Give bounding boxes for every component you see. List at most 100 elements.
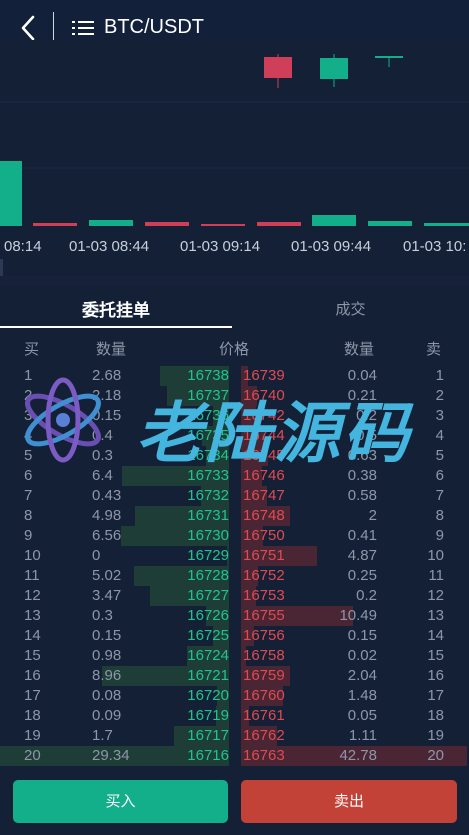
col-buy: 买 [24, 341, 40, 358]
volume-bar [33, 223, 77, 226]
orderbook-row[interactable]: 8 4.98 16731 16748 2 8 [0, 506, 469, 526]
ask-price: 16760 [243, 687, 285, 704]
ask-index: 17 [427, 687, 444, 704]
bid-price: 16729 [187, 547, 229, 564]
bid-price: 16732 [187, 487, 229, 504]
candle [320, 58, 348, 79]
ask-index: 9 [435, 527, 444, 544]
ask-price: 16748 [243, 507, 285, 524]
ask-price: 16747 [243, 487, 285, 504]
candle [375, 56, 403, 58]
bid-quantity: 6.56 [92, 527, 122, 544]
bid-price: 16726 [187, 607, 229, 624]
atom-icon [25, 377, 101, 463]
bid-price: 16717 [187, 727, 229, 744]
buy-button[interactable]: 买入 [13, 780, 228, 823]
orderbook-row[interactable]: 13 0.3 16726 16755 10.49 13 [0, 606, 469, 626]
bid-quantity: 5.02 [92, 567, 122, 584]
bid-quantity: 3.47 [92, 587, 122, 604]
bid-quantity: 29.34 [92, 747, 130, 764]
volume-bar [145, 222, 189, 226]
orderbook-row[interactable]: 10 0 16729 16751 4.87 10 [0, 546, 469, 566]
bid-price: 16728 [187, 567, 229, 584]
ask-quantity: 0.2 [356, 587, 377, 604]
ask-index: 16 [427, 667, 444, 684]
kline-chart[interactable]: 08:14 01-03 08:44 01-03 09:14 01-03 09:4… [0, 40, 469, 276]
ask-quantity: 0.41 [347, 527, 377, 544]
ask-index: 19 [427, 727, 444, 744]
orderbook-row[interactable]: 17 0.08 16720 16760 1.48 17 [0, 686, 469, 706]
bid-index: 16 [24, 667, 41, 684]
bid-index: 9 [24, 527, 33, 544]
orderbook-row[interactable]: 15 0.98 16724 16758 0.02 15 [0, 646, 469, 666]
orderbook-row[interactable]: 16 8.96 16721 16759 2.04 16 [0, 666, 469, 686]
ask-quantity: 1.11 [348, 727, 377, 744]
orderbook-row[interactable]: 7 0.43 16732 16747 0.58 7 [0, 486, 469, 506]
bid-index: 17 [24, 687, 41, 704]
bid-index: 19 [24, 727, 41, 744]
ask-quantity: 0.05 [347, 707, 377, 724]
bid-quantity: 8.96 [92, 667, 122, 684]
watermark-logo: 老陆源码 [18, 370, 458, 472]
watermark-text: 老陆源码 [136, 395, 412, 472]
ask-index: 14 [427, 627, 444, 644]
volume-bar [424, 223, 469, 226]
tab-trades[interactable]: 成交 [232, 298, 469, 319]
orderbook-row[interactable]: 14 0.15 16725 16756 0.15 14 [0, 626, 469, 646]
tab-pending-orders[interactable]: 委托挂单 [0, 296, 232, 321]
orderbook-row[interactable]: 11 5.02 16728 16752 0.25 11 [0, 566, 469, 586]
ask-quantity: 42.78 [339, 747, 377, 764]
ask-quantity: 0.02 [347, 647, 377, 664]
ask-index: 11 [428, 567, 444, 584]
bid-index: 10 [24, 547, 41, 564]
ask-price: 16755 [243, 607, 285, 624]
orderbook-row[interactable]: 19 1.7 16717 16762 1.11 19 [0, 726, 469, 746]
col-sell: 卖 [426, 341, 442, 358]
bid-index: 18 [24, 707, 41, 724]
ask-index: 12 [427, 587, 444, 604]
ask-quantity: 0.25 [347, 567, 377, 584]
bid-quantity: 0.3 [92, 607, 113, 624]
bid-price: 16720 [187, 687, 229, 704]
bid-index: 8 [24, 507, 33, 524]
action-bar: 买入 卖出 [0, 767, 469, 835]
ask-index: 13 [427, 607, 444, 624]
bid-price: 16725 [187, 627, 229, 644]
sell-button[interactable]: 卖出 [241, 780, 457, 823]
ask-index: 15 [427, 647, 444, 664]
tab-bar: 委托挂单 成交 [0, 286, 469, 328]
ask-quantity: 0.58 [347, 487, 377, 504]
volume-bar [257, 222, 301, 226]
ask-quantity: 0.15 [347, 627, 377, 644]
orderbook-row[interactable]: 18 0.09 16719 16761 0.05 18 [0, 706, 469, 726]
bid-index: 14 [24, 627, 41, 644]
pair-title[interactable]: BTC/USDT [104, 16, 204, 39]
volume-bar [0, 161, 22, 226]
menu-icon[interactable] [72, 18, 94, 38]
bid-price: 16731 [187, 507, 229, 524]
ask-price: 16756 [243, 627, 285, 644]
col-price: 价格 [219, 341, 250, 358]
back-icon[interactable] [18, 14, 42, 42]
col-bid-qty: 数量 [96, 341, 127, 358]
ask-price: 16753 [243, 587, 285, 604]
time-label: 01-03 08:44 [69, 238, 149, 255]
col-ask-qty: 数量 [344, 341, 375, 358]
orderbook-row[interactable]: 9 6.56 16730 16750 0.41 9 [0, 526, 469, 546]
orderbook-row[interactable]: 20 29.34 16716 16763 42.78 20 [0, 746, 469, 766]
orderbook-row[interactable]: 12 3.47 16727 16753 0.2 12 [0, 586, 469, 606]
bid-quantity: 0.98 [92, 647, 122, 664]
time-label: 01-03 10: [403, 238, 466, 255]
ask-quantity: 2 [368, 507, 377, 524]
ask-price: 16750 [243, 527, 285, 544]
ask-index: 7 [435, 487, 444, 504]
bid-price: 16716 [187, 747, 229, 764]
bid-quantity: 0.43 [92, 487, 122, 504]
bid-price: 16719 [187, 707, 229, 724]
tab-indicator [0, 326, 232, 328]
volume-bar [201, 224, 245, 226]
bid-index: 11 [24, 567, 40, 584]
ask-quantity: 2.04 [347, 667, 377, 684]
bid-price: 16724 [187, 647, 229, 664]
ask-quantity: 1.48 [347, 687, 377, 704]
